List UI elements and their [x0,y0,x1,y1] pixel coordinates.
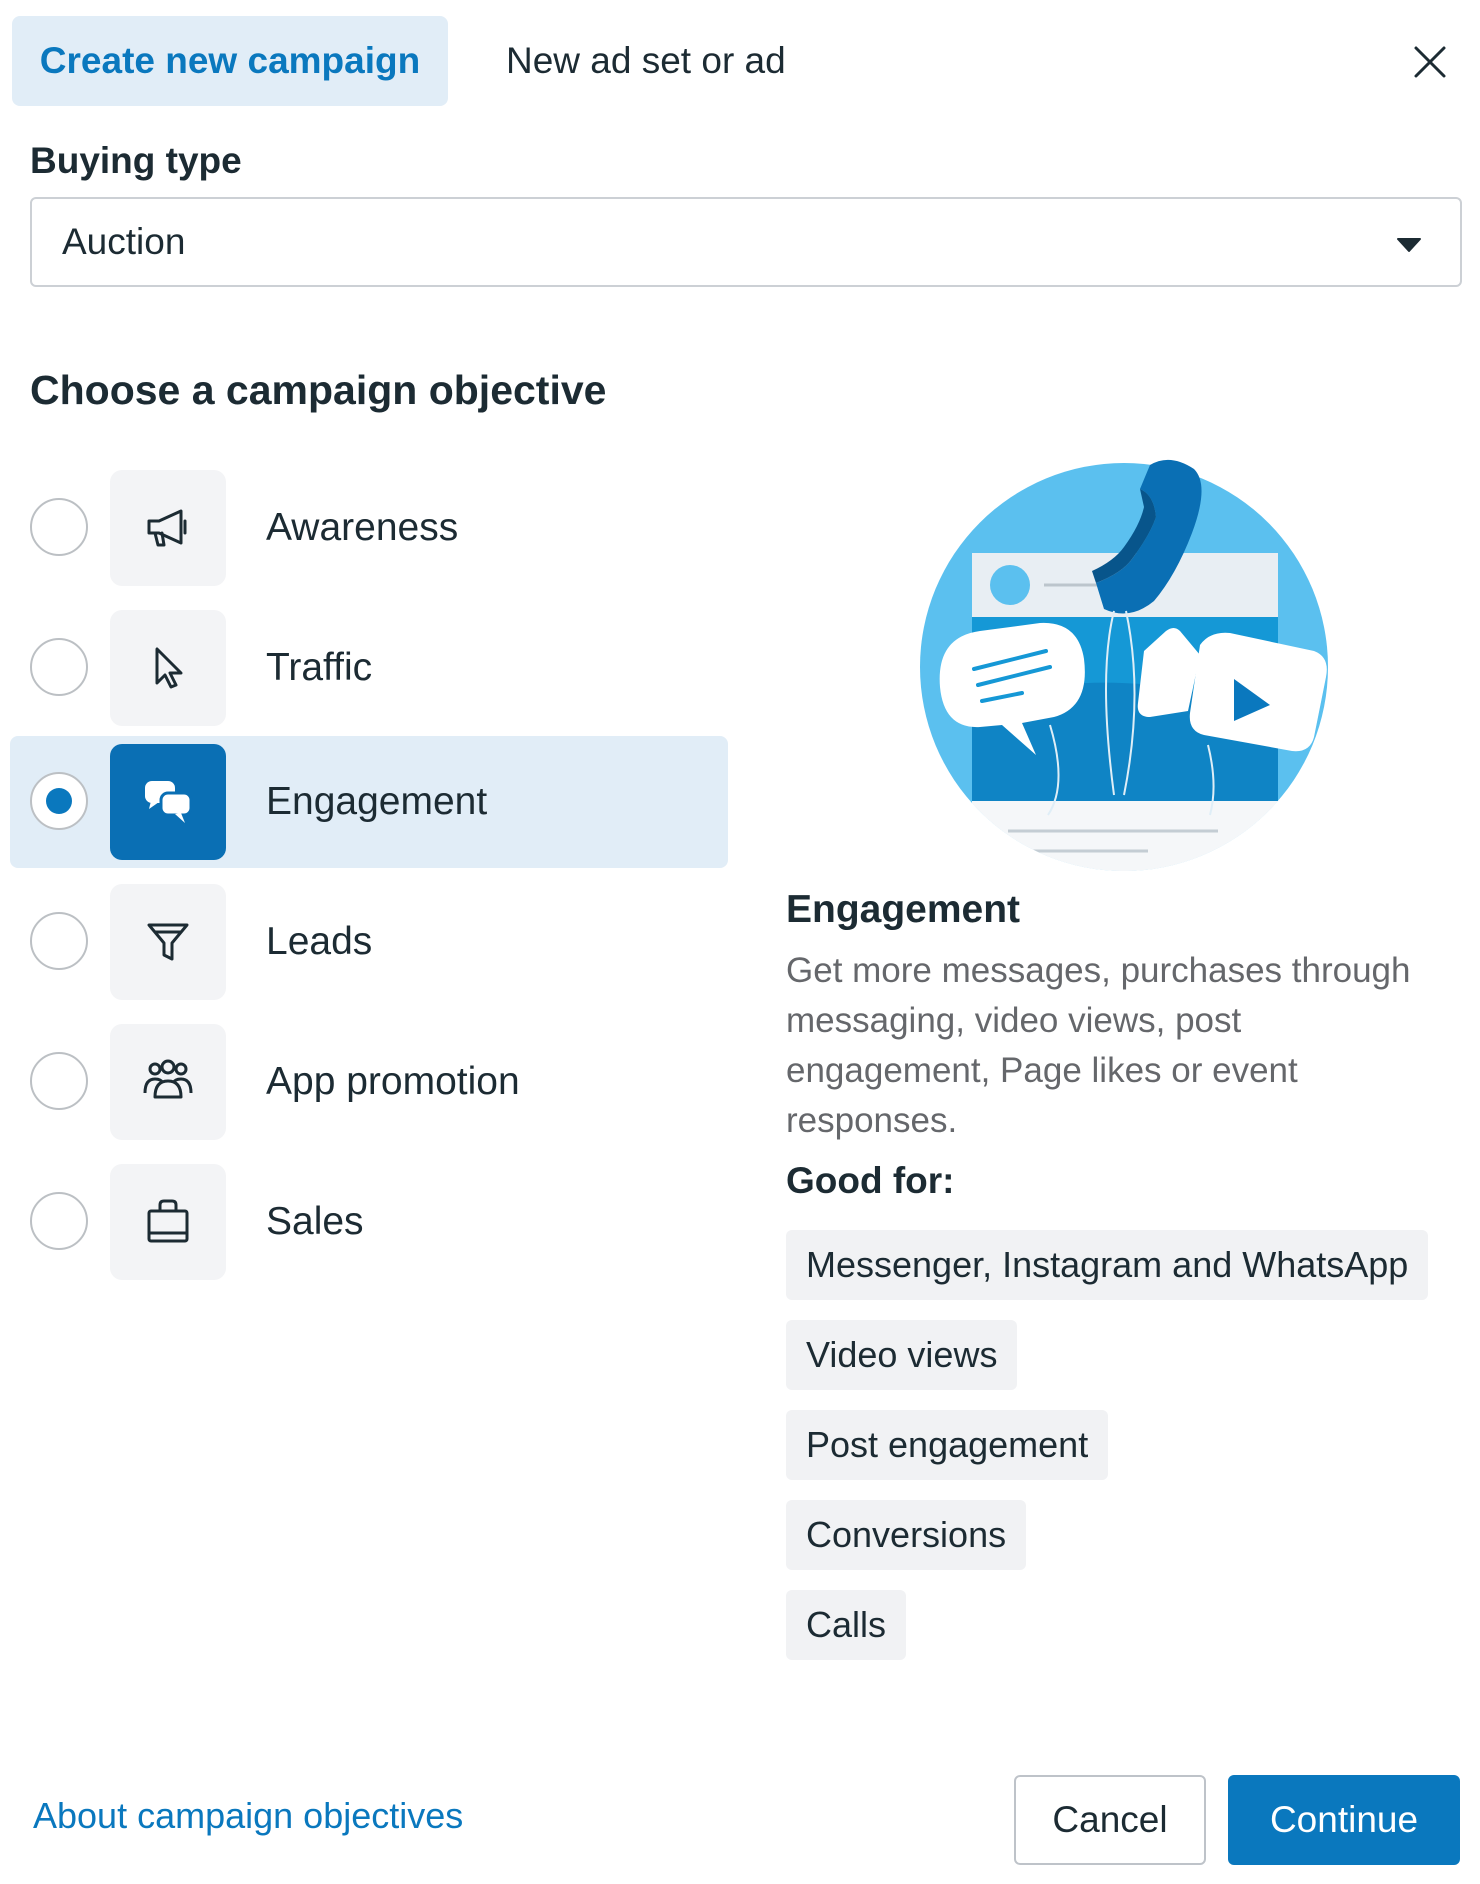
engagement-illustration [920,459,1328,871]
objective-engagement[interactable]: Engagement [10,736,728,868]
cancel-button[interactable]: Cancel [1014,1775,1206,1865]
icon-tile [110,744,226,860]
megaphone-icon [147,509,187,547]
radio-engagement[interactable] [30,772,88,830]
close-button[interactable] [1408,40,1452,84]
good-for-label: Good for: [786,1160,955,1201]
create-campaign-dialog: Create new campaign New ad set or ad Buy… [0,0,1480,1884]
objective-label: App promotion [266,1060,520,1103]
close-icon [1414,46,1446,78]
radio-traffic[interactable] [30,638,88,696]
good-for-chip: Calls [786,1590,907,1660]
objective-traffic[interactable]: Traffic [10,602,728,734]
radio-awareness[interactable] [30,498,88,556]
tab-create-new-campaign[interactable]: Create new campaign [12,16,448,106]
radio-leads[interactable] [30,912,88,970]
radio-sales[interactable] [30,1192,88,1250]
icon-tile [110,1164,226,1280]
good-for-chip: Video views [786,1320,1018,1390]
about-campaign-objectives-link[interactable]: About campaign objectives [33,1795,463,1837]
good-for-chip: Conversions [786,1500,1027,1570]
objective-section-title: Choose a campaign objective [30,367,607,413]
icon-tile [110,470,226,586]
shopping-bag-icon [147,1199,189,1243]
objective-label: Awareness [266,506,459,549]
objective-label: Sales [266,1200,364,1243]
people-icon [143,1059,193,1099]
tab-new-ad-set-or-ad[interactable]: New ad set or ad [478,16,814,106]
buying-type-select[interactable]: Auction [30,197,1462,287]
objective-label: Traffic [266,646,373,689]
funnel-icon [147,923,189,961]
objective-label: Engagement [266,780,488,823]
icon-tile [110,610,226,726]
good-for-list: Messenger, Instagram and WhatsApp Video … [786,1230,1466,1680]
objective-leads[interactable]: Leads [10,876,728,1008]
buying-type-label: Buying type [30,140,242,181]
continue-button[interactable]: Continue [1228,1775,1460,1865]
objective-sales[interactable]: Sales [10,1156,728,1288]
objective-app-promotion[interactable]: App promotion [10,1016,728,1148]
objective-label: Leads [266,920,373,963]
objective-awareness[interactable]: Awareness [10,462,728,594]
icon-tile [110,1024,226,1140]
radio-app-promotion[interactable] [30,1052,88,1110]
cursor-icon [155,647,183,689]
icon-tile [110,884,226,1000]
good-for-chip: Post engagement [786,1410,1109,1480]
caret-down-icon [1397,238,1421,252]
buying-type-value: Auction [62,221,186,262]
chat-bubbles-icon [145,781,193,823]
detail-description: Get more messages, purchases through mes… [786,951,1411,1140]
detail-title: Engagement [786,888,1021,931]
good-for-chip: Messenger, Instagram and WhatsApp [786,1230,1429,1300]
